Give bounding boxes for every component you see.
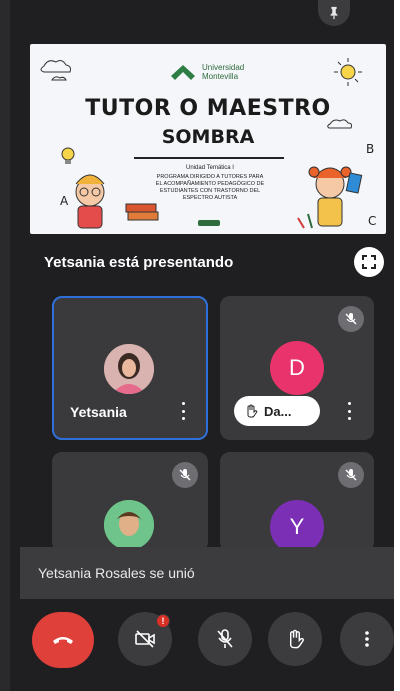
camera-toggle-button[interactable]: !	[118, 612, 172, 666]
pin-button[interactable]	[318, 0, 350, 26]
mic-off-icon	[338, 306, 364, 332]
avatar-initial: Y	[289, 514, 305, 539]
slide-letter-b: B	[366, 142, 375, 156]
slide-subtitle-line: ESPECTRO AUTISTA	[182, 195, 238, 201]
presentation-slide: Universidad Montevilla TUTOR O MAESTRO S…	[30, 44, 386, 234]
slide-letter-a: A	[60, 194, 69, 208]
pin-icon	[330, 6, 338, 20]
slide-title: TUTOR O MAESTRO	[85, 96, 331, 121]
fullscreen-button[interactable]	[354, 247, 384, 277]
video-off-icon	[135, 630, 155, 648]
end-call-button[interactable]	[32, 612, 94, 668]
profile-photo	[104, 344, 154, 394]
slide-title-line2: SOMBRA	[161, 126, 255, 148]
avatar	[104, 500, 154, 550]
raise-hand-button[interactable]	[268, 612, 322, 666]
mic-off-icon	[338, 462, 364, 488]
university-chevron-icon	[171, 65, 195, 80]
university-name-line1: Universidad	[202, 63, 245, 72]
participant-name: Da...	[264, 403, 292, 419]
avatar: Y	[270, 500, 324, 552]
presenting-label: Yetsania está presentando	[44, 254, 234, 271]
participant-tile[interactable]	[52, 452, 208, 552]
hand-icon	[247, 404, 258, 418]
more-vert-icon[interactable]	[178, 402, 188, 420]
slide-unit: Unidad Temática I	[186, 165, 234, 171]
slide-footer-logo	[198, 220, 220, 226]
participant-tile-yetsania[interactable]: Yetsania	[52, 296, 208, 440]
slide-letter-c: C	[368, 214, 377, 228]
microphone-toggle-button[interactable]	[198, 612, 252, 666]
mic-off-icon	[172, 462, 198, 488]
end-call-icon	[53, 637, 73, 644]
avatar	[104, 344, 154, 394]
avatar-initial: D	[289, 355, 305, 380]
join-notification: Yetsania Rosales se unió	[20, 547, 394, 599]
slide-divider	[134, 157, 284, 159]
alert-badge: !	[156, 614, 170, 628]
participant-tile-y[interactable]: Y	[220, 452, 374, 552]
hand-icon	[290, 629, 304, 649]
university-name-line2: Montevilla	[202, 72, 239, 81]
left-edge	[0, 0, 10, 691]
participant-tile-da[interactable]: D Da...	[220, 296, 374, 440]
university-logo: Universidad Montevilla	[170, 62, 244, 82]
avatar: D	[270, 341, 324, 395]
fullscreen-icon	[362, 255, 376, 269]
profile-photo	[104, 500, 154, 550]
slide-subtitle-line: ESTUDIANTES CON TRASTORNO DEL	[159, 188, 261, 194]
participant-name: Yetsania	[70, 404, 127, 420]
more-vert-icon[interactable]	[344, 402, 354, 420]
slide-subtitle-line: PROGRAMA DIRIGIDO A TUTORES PARA	[156, 174, 264, 180]
mic-off-icon	[217, 629, 233, 648]
more-vert-icon	[365, 631, 369, 647]
slide-subtitle-line: EL ACOMPAÑAMIENTO PEDAGÓGICO DE	[155, 181, 265, 187]
meet-screen: Universidad Montevilla TUTOR O MAESTRO S…	[10, 0, 394, 691]
more-options-button[interactable]	[340, 612, 394, 666]
call-controls: !	[10, 612, 394, 672]
raised-hand-chip: Da...	[234, 396, 320, 426]
slide-subtitle: Unidad Temática I PROGRAMA DIRIGIDO A TU…	[140, 165, 280, 202]
